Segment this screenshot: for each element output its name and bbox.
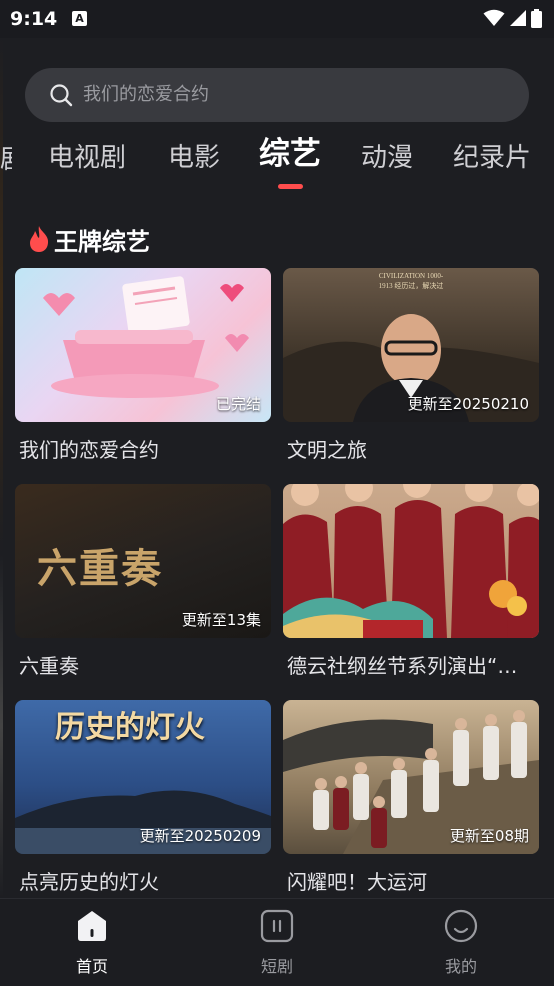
notification-icon: A: [72, 11, 87, 26]
status-bar: 9:14 A: [0, 0, 554, 38]
nav-profile[interactable]: 我的: [411, 909, 511, 977]
episode-badge: 更新至20250210: [407, 395, 529, 413]
card-title: 点亮历史的灯火: [19, 870, 159, 894]
nav-short-drama[interactable]: 短剧: [227, 909, 327, 977]
video-card[interactable]: 历史的灯火 更新至20250209 点亮历史的灯火: [15, 700, 271, 895]
home-icon: [78, 911, 106, 941]
search-placeholder: 我们的恋爱合约: [83, 84, 209, 105]
card-title: 闪耀吧！大运河: [287, 870, 427, 894]
video-card[interactable]: CIVILIZATION 1000-1913 经历过，解决过 更新至202502…: [283, 268, 539, 463]
card-title: 德云社纲丝节系列演出“…: [287, 654, 518, 678]
app-screen: 9:14 A 我们的恋爱合约 剧 电视剧 电影 综艺 动漫 纪录片: [0, 0, 554, 986]
search-input[interactable]: 我们的恋爱合约: [25, 68, 529, 122]
status-icons: [483, 8, 542, 28]
thumbnail: 已完结: [15, 268, 271, 422]
tab-partial[interactable]: 剧: [0, 142, 12, 178]
nav-label: 短剧: [260, 957, 293, 976]
tab-documentary[interactable]: 纪录片: [453, 140, 531, 176]
short-video-icon: [260, 909, 294, 943]
cellular-icon: [510, 10, 526, 26]
card-title: 文明之旅: [287, 438, 367, 462]
tab-variety[interactable]: 综艺: [259, 136, 321, 172]
thumbnail-text: CIVILIZATION 1000-1913 经历过，解决过: [378, 272, 444, 290]
profile-icon: [444, 909, 478, 943]
card-title: 六重奏: [19, 654, 79, 678]
episode-badge: 更新至13集: [181, 611, 261, 629]
thumbnail-text: 历史的灯火: [55, 710, 205, 745]
episode-badge: 更新至08期: [449, 827, 529, 845]
section-header: 王牌综艺: [28, 222, 150, 256]
thumbnail: CIVILIZATION 1000-1913 经历过，解决过 更新至202502…: [283, 268, 539, 422]
thumbnail: 历史的灯火 更新至20250209: [15, 700, 271, 854]
bottom-navigation: 首页 短剧 我的: [0, 898, 554, 986]
battery-icon: [531, 8, 542, 28]
wifi-icon: [483, 9, 505, 26]
card-title: 我们的恋爱合约: [19, 438, 159, 462]
search-icon: [50, 84, 73, 107]
thumbnail: 六重奏 更新至13集: [15, 484, 271, 638]
thumbnail-text: 六重奏: [37, 545, 163, 592]
video-card[interactable]: 六重奏 更新至13集 六重奏: [15, 484, 271, 679]
tab-anime[interactable]: 动漫: [361, 140, 413, 176]
video-card[interactable]: 更新至08期 闪耀吧！大运河: [283, 700, 539, 895]
section-title: 王牌综艺: [54, 227, 150, 256]
thumbnail: [283, 484, 539, 638]
status-time: 9:14: [10, 8, 58, 30]
tab-movies[interactable]: 电影: [168, 140, 220, 176]
episode-badge: 已完结: [215, 395, 261, 413]
thumbnail: 更新至08期: [283, 700, 539, 854]
video-card[interactable]: 已完结 我们的恋爱合约: [15, 268, 271, 463]
flame-icon: [30, 226, 49, 252]
video-card[interactable]: 德云社纲丝节系列演出“…: [283, 484, 539, 679]
nav-label: 首页: [75, 957, 108, 976]
episode-badge: 更新至20250209: [139, 827, 261, 845]
nav-home[interactable]: 首页: [42, 909, 142, 977]
category-tabs: 剧 电视剧 电影 综艺 动漫 纪录片: [0, 132, 554, 192]
thumbnail-art: [283, 484, 539, 638]
nav-label: 我的: [444, 957, 477, 976]
tab-active-indicator: [278, 184, 303, 189]
tab-tv-series[interactable]: 电视剧: [48, 140, 126, 176]
